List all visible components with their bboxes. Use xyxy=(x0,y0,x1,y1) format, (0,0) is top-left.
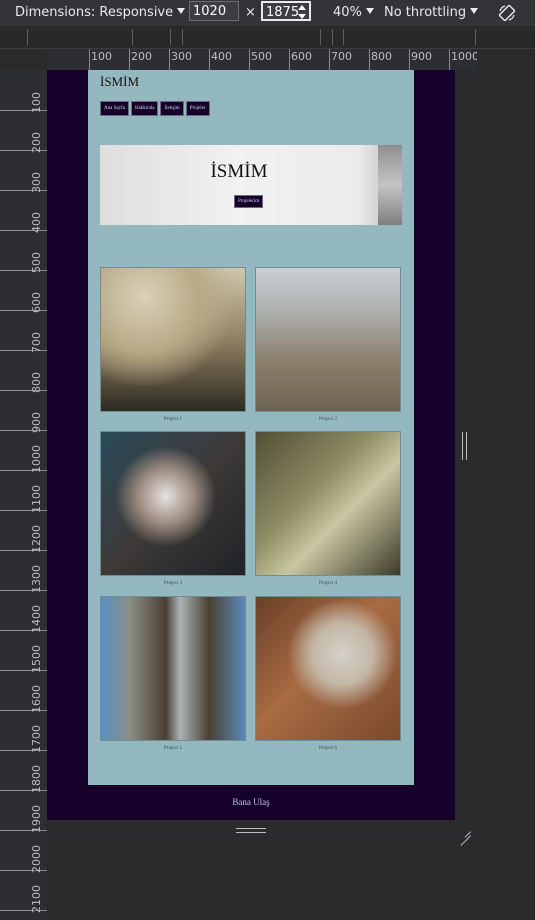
project-caption: Project 6 xyxy=(319,746,337,751)
ruler-label: 700 xyxy=(30,332,43,353)
project-image[interactable] xyxy=(255,431,401,576)
ruler-left: 100 200 300 400 500 600 700 800 900 1000… xyxy=(0,70,47,920)
hero-title: İSMİM xyxy=(210,161,268,182)
zoom-dropdown[interactable]: 40% xyxy=(333,0,374,26)
media-query-bar[interactable] xyxy=(0,26,535,49)
ruler-label: 2000 xyxy=(30,845,43,873)
ruler-label: 300 xyxy=(169,49,192,70)
project-card[interactable]: Project 4 xyxy=(255,431,401,586)
page-viewport: İSMİM Ana Sayfa Hakkında İletişim Projel… xyxy=(88,70,414,785)
throttling-dropdown[interactable]: No throttling xyxy=(384,0,479,26)
times-symbol: × xyxy=(245,5,256,20)
width-value: 1020 xyxy=(193,4,227,19)
ruler-label: 500 xyxy=(30,252,43,273)
zoom-value: 40% xyxy=(333,5,362,20)
device-toolbar: Dimensions: Responsive 1020 × 1875 40% N… xyxy=(0,0,535,26)
ruler-label: 1100 xyxy=(30,485,43,513)
ruler-label: 900 xyxy=(30,412,43,433)
ruler-label: 1900 xyxy=(30,805,43,833)
site-title: İSMİM xyxy=(100,74,140,89)
projects-button[interactable]: Projelerim xyxy=(234,195,264,208)
project-image[interactable] xyxy=(255,596,401,741)
chevron-down-icon xyxy=(470,8,479,14)
dimensions-dropdown[interactable]: Dimensions: Responsive xyxy=(15,0,186,26)
height-input[interactable]: 1875 xyxy=(261,1,311,21)
project-card[interactable]: Project 5 xyxy=(100,596,246,751)
nav-item-about[interactable]: Hakkında xyxy=(130,101,159,116)
ruler-label: 100 xyxy=(89,49,112,70)
project-caption: Project 3 xyxy=(164,581,182,586)
project-caption: Project 5 xyxy=(164,746,182,751)
project-caption: Project 1 xyxy=(164,417,182,422)
project-caption: Project 4 xyxy=(319,581,337,586)
ruler-label: 700 xyxy=(329,49,352,70)
nav-bar: Ana Sayfa Hakkında İletişim Projeler xyxy=(100,101,210,116)
project-image[interactable] xyxy=(100,431,246,576)
ruler-top: 100 200 300 400 500 600 700 800 900 1000… xyxy=(47,49,477,70)
project-card[interactable]: Project 6 xyxy=(255,596,401,751)
ruler-label: 800 xyxy=(369,49,392,70)
ruler-label: 1600 xyxy=(30,685,43,713)
nav-item-projects[interactable]: Projeler xyxy=(185,101,210,116)
height-resize-handle[interactable] xyxy=(236,828,266,834)
ruler-label: 1000 xyxy=(449,49,477,70)
ruler-label: 200 xyxy=(30,132,43,153)
nav-item-home[interactable]: Ana Sayfa xyxy=(100,101,129,116)
hero-banner: İSMİM Projelerim xyxy=(100,145,402,225)
ruler-label: 900 xyxy=(409,49,432,70)
ruler-label: 500 xyxy=(249,49,272,70)
project-image[interactable] xyxy=(100,267,246,412)
ruler-label: 1000 xyxy=(30,445,43,473)
ruler-label: 2100 xyxy=(30,885,43,913)
chevron-down-icon xyxy=(365,8,374,14)
ruler-label: 100 xyxy=(30,92,43,113)
ruler-label: 400 xyxy=(209,49,232,70)
ruler-label: 1200 xyxy=(30,525,43,553)
ruler-label: 1800 xyxy=(30,765,43,793)
ruler-label: 800 xyxy=(30,372,43,393)
rotate-icon[interactable] xyxy=(497,3,517,23)
height-value: 1875 xyxy=(266,5,300,20)
project-card[interactable]: Project 3 xyxy=(100,431,246,586)
ruler-label: 1500 xyxy=(30,645,43,673)
project-image[interactable] xyxy=(255,267,401,412)
ruler-label: 1700 xyxy=(30,725,43,753)
nav-item-contact[interactable]: İletişim xyxy=(160,101,184,116)
chevron-down-icon xyxy=(177,8,186,14)
project-card[interactable]: Project 2 xyxy=(255,267,401,422)
project-image[interactable] xyxy=(100,596,246,741)
ruler-label: 400 xyxy=(30,212,43,233)
ruler-label: 300 xyxy=(30,172,43,193)
hero-image xyxy=(378,145,402,225)
ruler-label: 200 xyxy=(129,49,152,70)
width-resize-handle[interactable] xyxy=(462,432,470,460)
ruler-label: 600 xyxy=(289,49,312,70)
stepper-icon[interactable] xyxy=(298,5,306,19)
width-input[interactable]: 1020 xyxy=(189,1,239,21)
ruler-label: 1400 xyxy=(30,605,43,633)
ruler-label: 600 xyxy=(30,292,43,313)
project-card[interactable]: Project 1 xyxy=(100,267,246,422)
contact-footer[interactable]: Bana Ulaş xyxy=(88,785,414,820)
throttling-value: No throttling xyxy=(384,5,467,20)
ruler-label: 1300 xyxy=(30,565,43,593)
project-caption: Project 2 xyxy=(319,417,337,422)
dimensions-label: Dimensions: Responsive xyxy=(15,5,174,20)
corner-resize-icon[interactable] xyxy=(458,823,472,846)
